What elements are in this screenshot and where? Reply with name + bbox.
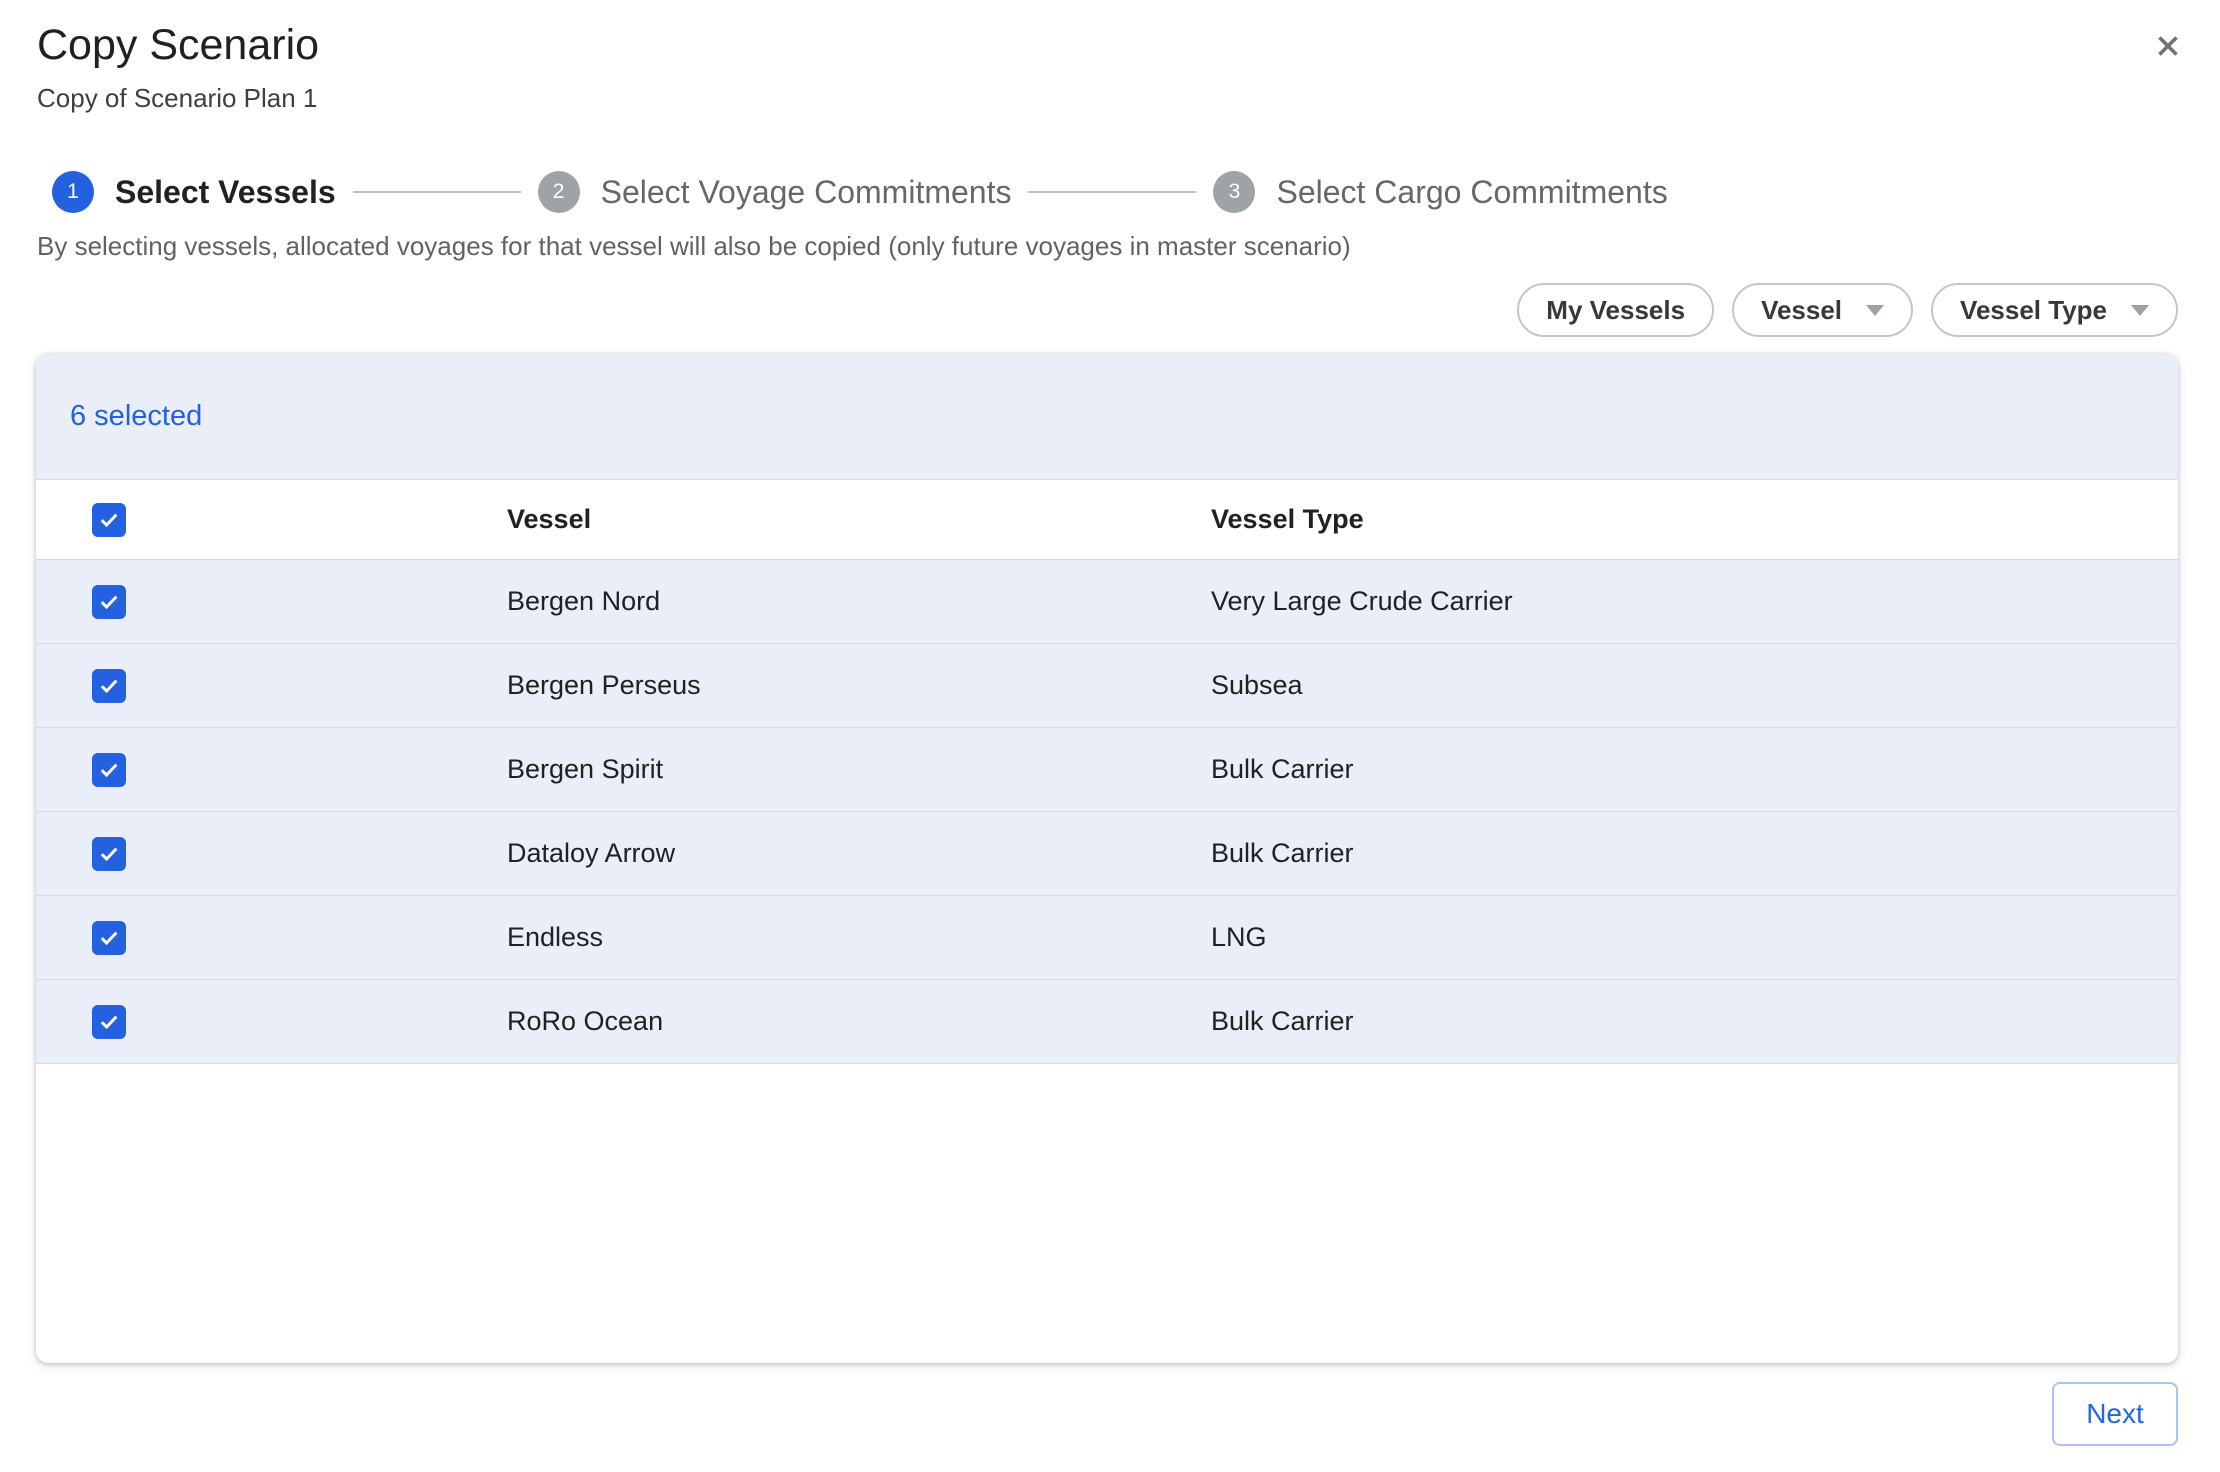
step-2-circle: 2 bbox=[538, 171, 580, 213]
column-header-vessel-type: Vessel Type bbox=[1211, 504, 2178, 535]
vessel-type: Subsea bbox=[1211, 670, 2178, 701]
close-button[interactable] bbox=[2142, 20, 2194, 72]
selected-count-text: 6 selected bbox=[70, 400, 202, 433]
vessel-table-panel: 6 selected Vessel Vessel Type Bergen Nor… bbox=[36, 354, 2178, 1363]
copy-scenario-dialog: Copy Scenario Copy of Scenario Plan 1 1 … bbox=[0, 0, 2220, 1472]
step-3-label: Select Cargo Commitments bbox=[1276, 174, 1667, 211]
checkmark-icon bbox=[97, 508, 121, 532]
stepper-connector bbox=[1028, 191, 1196, 193]
checkmark-icon bbox=[97, 926, 121, 950]
vessel-type: Very Large Crude Carrier bbox=[1211, 586, 2178, 617]
vessel-type: Bulk Carrier bbox=[1211, 838, 2178, 869]
vessel-name: Bergen Perseus bbox=[507, 670, 1211, 701]
row-checkbox[interactable] bbox=[92, 837, 126, 871]
select-all-checkbox[interactable] bbox=[92, 503, 126, 537]
row-checkbox[interactable] bbox=[92, 669, 126, 703]
vessel-type: Bulk Carrier bbox=[1211, 754, 2178, 785]
vessel-type: Bulk Carrier bbox=[1211, 1006, 2178, 1037]
vessel-name: Bergen Nord bbox=[507, 586, 1211, 617]
stepper-connector bbox=[353, 191, 521, 193]
vessel-name: Bergen Spirit bbox=[507, 754, 1211, 785]
table-row[interactable]: RoRo Ocean Bulk Carrier bbox=[36, 980, 2178, 1064]
page-subtitle: Copy of Scenario Plan 1 bbox=[37, 82, 317, 114]
vessel-filter-chip[interactable]: Vessel bbox=[1732, 283, 1913, 337]
column-header-vessel: Vessel bbox=[507, 504, 1211, 535]
my-vessels-filter-chip[interactable]: My Vessels bbox=[1517, 283, 1714, 337]
stepper-step-select-cargo-commitments[interactable]: 3 Select Cargo Commitments bbox=[1213, 171, 1667, 213]
row-checkbox[interactable] bbox=[92, 1005, 126, 1039]
checkmark-icon bbox=[97, 1010, 121, 1034]
step-3-circle: 3 bbox=[1213, 171, 1255, 213]
checkmark-icon bbox=[97, 842, 121, 866]
my-vessels-filter-label: My Vessels bbox=[1546, 295, 1685, 326]
row-checkbox[interactable] bbox=[92, 921, 126, 955]
selection-toolbar: 6 selected bbox=[36, 354, 2178, 480]
table-row[interactable]: Bergen Spirit Bulk Carrier bbox=[36, 728, 2178, 812]
checkmark-icon bbox=[97, 758, 121, 782]
chevron-down-icon bbox=[1866, 305, 1884, 316]
vessel-filter-label: Vessel bbox=[1761, 295, 1842, 326]
page-title: Copy Scenario bbox=[37, 18, 319, 72]
vessel-name: Endless bbox=[507, 922, 1211, 953]
row-checkbox[interactable] bbox=[92, 753, 126, 787]
checkmark-icon bbox=[97, 674, 121, 698]
chevron-down-icon bbox=[2131, 305, 2149, 316]
description-text: By selecting vessels, allocated voyages … bbox=[37, 230, 1351, 262]
checkmark-icon bbox=[97, 590, 121, 614]
table-row[interactable]: Bergen Nord Very Large Crude Carrier bbox=[36, 560, 2178, 644]
stepper-step-select-vessels[interactable]: 1 Select Vessels bbox=[52, 171, 336, 213]
vessel-type: LNG bbox=[1211, 922, 2178, 953]
vessel-type-filter-chip[interactable]: Vessel Type bbox=[1931, 283, 2178, 337]
vessel-type-filter-label: Vessel Type bbox=[1960, 295, 2107, 326]
step-2-label: Select Voyage Commitments bbox=[601, 174, 1012, 211]
table-row[interactable]: Bergen Perseus Subsea bbox=[36, 644, 2178, 728]
step-1-circle: 1 bbox=[52, 171, 94, 213]
next-button[interactable]: Next bbox=[2052, 1382, 2178, 1446]
filter-bar: My Vessels Vessel Vessel Type bbox=[1517, 283, 2178, 337]
step-1-label: Select Vessels bbox=[115, 174, 336, 211]
stepper-step-select-voyage-commitments[interactable]: 2 Select Voyage Commitments bbox=[538, 171, 1012, 213]
row-checkbox[interactable] bbox=[92, 585, 126, 619]
table-header-row: Vessel Vessel Type bbox=[36, 480, 2178, 560]
vessel-name: RoRo Ocean bbox=[507, 1006, 1211, 1037]
stepper: 1 Select Vessels 2 Select Voyage Commitm… bbox=[52, 170, 1668, 214]
vessel-name: Dataloy Arrow bbox=[507, 838, 1211, 869]
close-icon bbox=[2151, 29, 2185, 63]
table-row[interactable]: Dataloy Arrow Bulk Carrier bbox=[36, 812, 2178, 896]
table-row[interactable]: Endless LNG bbox=[36, 896, 2178, 980]
